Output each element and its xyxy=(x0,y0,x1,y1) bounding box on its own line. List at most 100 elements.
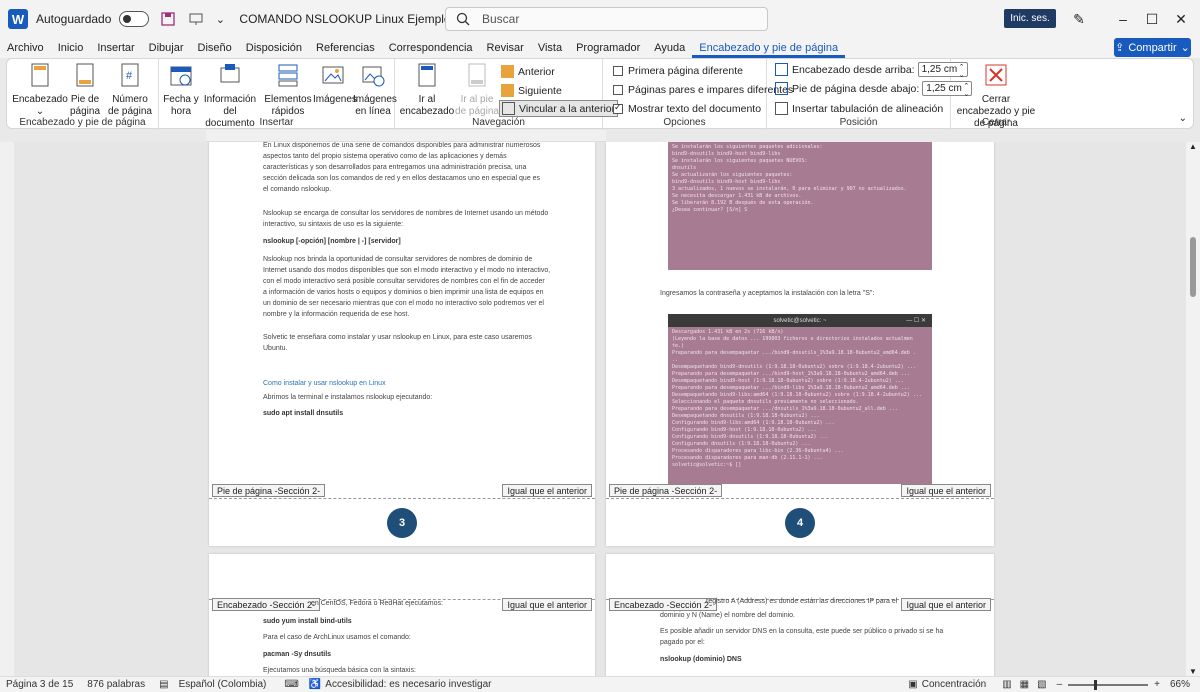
read-mode-icon[interactable]: ▥ xyxy=(1002,679,1011,690)
tab-dibujar[interactable]: Dibujar xyxy=(142,42,191,58)
document-area[interactable]: En Linux disponemos de una serie de coma… xyxy=(14,142,1186,676)
link-previous-button[interactable]: Vincular a la anterior xyxy=(499,100,619,117)
horizontal-ruler[interactable] xyxy=(206,130,606,142)
tab-inicio[interactable]: Inicio xyxy=(51,42,91,58)
share-button[interactable]: ⇪ Compartir ⌄ xyxy=(1114,38,1191,57)
diff-first-checkbox[interactable]: Primera página diferente xyxy=(613,65,743,77)
search-input[interactable]: Buscar xyxy=(445,7,768,31)
page-number-button[interactable]: # Número de página xyxy=(106,62,154,118)
online-image-icon xyxy=(362,66,385,87)
quick-parts-label: Elementos rápidos xyxy=(264,94,312,117)
web-layout-icon[interactable]: ▧ xyxy=(1037,679,1046,690)
page3-syntax: nslookup [-opción] [nombre | -] [servido… xyxy=(263,238,401,245)
link-icon xyxy=(502,102,515,115)
tab-correspondencia[interactable]: Correspondencia xyxy=(382,42,480,58)
page5-command2: pacman -Sy dnsutils xyxy=(263,651,332,658)
terminal-titlebar: solvetic@solvetic: ~ — ☐ ✕ xyxy=(668,314,932,327)
page6-partial1: registro A (Address) es donde están las … xyxy=(706,598,898,605)
footer-divider xyxy=(209,498,595,499)
footer-section-tag: Pie de página -Sección 2- xyxy=(609,484,723,497)
page-count[interactable]: Página 3 de 15 xyxy=(6,679,73,690)
go-header-button[interactable]: Ir al encabezado xyxy=(399,62,455,118)
date-time-label: Fecha y hora xyxy=(163,94,199,117)
status-bar: Página 3 de 15 876 palabras ▤ Español (C… xyxy=(0,676,1200,692)
zoom-thumb[interactable] xyxy=(1094,679,1098,690)
quick-parts-button[interactable]: Elementos rápidos xyxy=(263,62,313,118)
group-insert: Fecha y hora Información del documento E… xyxy=(159,59,397,130)
doc-info-icon xyxy=(220,64,240,83)
previous-button[interactable]: Anterior xyxy=(501,65,555,78)
show-doc-text-checkbox[interactable]: Mostrar texto del documento xyxy=(613,102,761,115)
terminal-screenshot-1: Se instalarán los siguientes paquetes ad… xyxy=(668,142,932,270)
header-button[interactable]: Encabezado ⌄ xyxy=(11,62,69,118)
checkbox-unchecked-icon xyxy=(613,66,623,76)
group-label-insert: Insertar xyxy=(259,117,294,128)
images-button[interactable]: Imágenes xyxy=(313,62,357,106)
next-button[interactable]: Siguiente xyxy=(501,84,562,97)
page3-command: sudo apt install dnsutils xyxy=(263,410,344,417)
same-as-previous-tag: Igual que el anterior xyxy=(901,484,991,497)
zoom-out-icon[interactable]: – xyxy=(1057,679,1063,690)
tab-ayuda[interactable]: Ayuda xyxy=(647,42,692,58)
go-header-icon xyxy=(418,63,436,87)
zoom-level[interactable]: 66% xyxy=(1170,679,1190,690)
customize-qat-icon[interactable]: ⌄ xyxy=(215,10,225,28)
focus-mode[interactable]: Concentración xyxy=(922,679,986,690)
accessibility-status[interactable]: Accesibilidad: es necesario investigar xyxy=(325,679,491,690)
previous-icon xyxy=(501,65,514,78)
ribbon-tabs: Archivo Inicio Insertar Dibujar Diseño D… xyxy=(0,38,1200,58)
page3-para4: Solvetic te enseñara como instalar y usa… xyxy=(263,334,532,352)
insert-align-tab-label: Insertar tabulación de alineación xyxy=(792,102,944,115)
checkbox-checked-icon xyxy=(613,102,623,114)
zoom-slider[interactable] xyxy=(1068,679,1149,690)
autosave-toggle[interactable] xyxy=(119,11,150,27)
vertical-ruler[interactable] xyxy=(0,142,14,676)
date-time-button[interactable]: Fecha y hora xyxy=(163,62,199,118)
save-icon[interactable] xyxy=(159,10,177,28)
close-window-button[interactable]: ✕ xyxy=(1158,0,1200,38)
go-footer-button[interactable]: Ir al pie de página xyxy=(455,62,499,118)
page4-caption: Ingresamos la contraseña y aceptamos la … xyxy=(660,290,875,297)
pen-icon[interactable]: ✎ xyxy=(1064,0,1094,38)
insert-align-tab-button[interactable]: Insertar tabulación de alineación xyxy=(775,102,943,115)
sign-in-button[interactable]: Inic. ses. xyxy=(1004,9,1056,28)
online-images-button[interactable]: Imágenes en línea xyxy=(353,62,397,118)
present-icon[interactable] xyxy=(187,10,205,28)
ribbon: Encabezado ⌄ Pie de página # Número de pá… xyxy=(6,58,1194,130)
zoom-in-icon[interactable]: + xyxy=(1154,679,1160,690)
vertical-scrollbar[interactable]: ▲ ▼ xyxy=(1186,142,1200,676)
tab-diseno[interactable]: Diseño xyxy=(191,42,239,58)
word-count[interactable]: 876 palabras xyxy=(87,679,145,690)
footer-bottom-icon xyxy=(775,82,788,95)
scroll-down-icon[interactable]: ▼ xyxy=(1186,667,1200,676)
scroll-thumb[interactable] xyxy=(1190,237,1196,297)
tab-programador[interactable]: Programador xyxy=(569,42,647,58)
proofing-icon[interactable]: ▤ xyxy=(159,679,168,690)
tab-header-footer[interactable]: Encabezado y pie de página xyxy=(692,42,846,58)
tab-insertar[interactable]: Insertar xyxy=(90,42,141,58)
tab-vista[interactable]: Vista xyxy=(531,42,569,58)
terminal-window-controls-icon: — ☐ ✕ xyxy=(906,318,926,324)
autosave-label: Autoguardado xyxy=(36,12,112,26)
page-5: Encabezado -Sección 2- Igual que el ante… xyxy=(209,554,595,676)
link-previous-label: Vincular a la anterior xyxy=(519,102,616,115)
collapse-ribbon-icon[interactable]: ⌄ xyxy=(1179,113,1187,124)
svg-text:#: # xyxy=(126,70,133,82)
footer-button[interactable]: Pie de página xyxy=(65,62,105,118)
tab-revisar[interactable]: Revisar xyxy=(480,42,531,58)
tab-archivo[interactable]: Archivo xyxy=(0,42,51,58)
next-label: Siguiente xyxy=(518,84,562,97)
scroll-up-icon[interactable]: ▲ xyxy=(1186,142,1200,151)
language[interactable]: Español (Colombia) xyxy=(179,679,267,690)
print-layout-icon[interactable]: ▦ xyxy=(1020,679,1029,690)
footer-bottom-label: Pie de página desde abajo: xyxy=(792,82,920,95)
tab-disposicion[interactable]: Disposición xyxy=(239,42,309,58)
checkbox-unchecked-icon xyxy=(613,85,623,95)
calendar-icon xyxy=(170,66,192,86)
header-top-control: Encabezado desde arriba: 1,25 cm xyxy=(775,62,968,79)
text-predictions-icon[interactable]: ⌨ xyxy=(284,679,298,690)
page6-command: nslookup (dominio) DNS xyxy=(660,656,742,663)
page-4: Se instalarán los siguientes paquetes ad… xyxy=(606,142,994,546)
previous-label: Anterior xyxy=(518,65,555,78)
tab-referencias[interactable]: Referencias xyxy=(309,42,382,58)
